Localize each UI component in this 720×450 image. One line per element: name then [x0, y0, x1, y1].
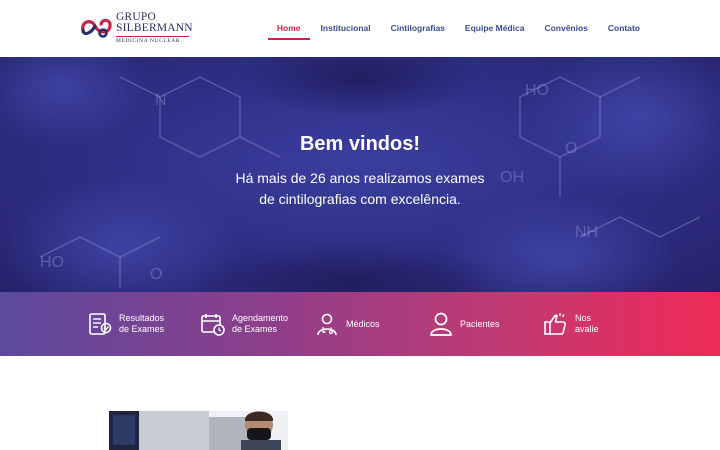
quick-access-bar: Resultados de Exames Agendamento de Exam…	[0, 292, 720, 356]
site-header: GRUPO SILBERMANN MEDICINA NUCLEAR Home I…	[0, 0, 720, 57]
nav-item-institucional[interactable]: Institucional	[321, 0, 371, 57]
logo-line-silbermann: SILBERMANN	[116, 22, 193, 34]
hero-subtitle: Há mais de 26 anos realizamos exames de …	[235, 170, 485, 207]
thumbs-up-icon	[544, 313, 566, 335]
quick-access-medicos[interactable]: Médicos	[314, 292, 380, 356]
logo-line-tagline: MEDICINA NUCLEAR	[116, 38, 181, 44]
nav-item-home[interactable]: Home	[268, 0, 310, 57]
logo[interactable]: GRUPO SILBERMANN MEDICINA NUCLEAR	[79, 11, 194, 44]
quick-access-label: Médicos	[346, 318, 380, 329]
hero-banner: N HO O OH HO O NH Bem vindos! Há mais de…	[0, 57, 720, 292]
quick-access-label: Resultados de Exames	[119, 313, 165, 334]
quick-access-label: Pacientes	[460, 318, 500, 329]
nav-item-cintilografias[interactable]: Cintilografias	[391, 0, 445, 57]
results-document-icon	[89, 313, 112, 335]
svg-text:HO: HO	[40, 254, 64, 271]
quick-access-label: Agendamento de Exames	[232, 313, 289, 334]
doctor-icon	[317, 313, 337, 336]
hero-title: Bem vindos!	[299, 133, 421, 155]
svg-text:O: O	[150, 266, 162, 283]
doctor-photo	[109, 411, 288, 450]
logo-symbol-icon	[81, 18, 112, 38]
quick-access-avalie[interactable]: Nos avalie	[543, 292, 599, 356]
nav-item-contato[interactable]: Contato	[608, 0, 640, 57]
svg-text:OH: OH	[500, 169, 524, 186]
logo-text: GRUPO SILBERMANN MEDICINA NUCLEAR	[116, 11, 193, 44]
main-nav: Home Institucional Cintilografias Equipe…	[257, 0, 640, 57]
logo-divider	[116, 36, 189, 37]
clinic-photo	[109, 411, 288, 450]
quick-access-pacientes[interactable]: Pacientes	[428, 292, 500, 356]
patient-user-icon	[430, 312, 452, 336]
svg-text:NH: NH	[575, 224, 598, 241]
svg-text:N: N	[155, 92, 167, 109]
nav-item-convenios[interactable]: Convênios	[544, 0, 587, 57]
quick-access-resultados[interactable]: Resultados de Exames	[87, 292, 164, 356]
svg-text:HO: HO	[525, 82, 549, 99]
nav-item-equipe-medica[interactable]: Equipe Médica	[465, 0, 525, 57]
calendar-clock-icon	[201, 314, 225, 336]
quick-access-agendamento[interactable]: Agendamento de Exames	[200, 292, 288, 356]
quick-access-label: Nos avalie	[575, 313, 599, 334]
